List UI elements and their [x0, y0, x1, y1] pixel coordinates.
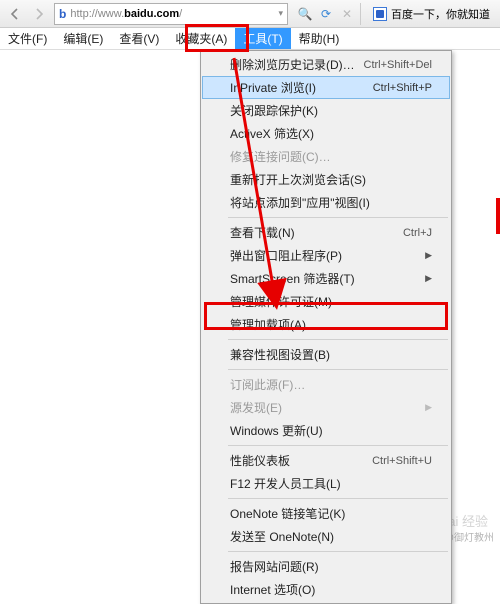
menu-smartscreen[interactable]: SmartScreen 筛选器(T) ▶	[202, 267, 450, 290]
separator	[228, 369, 448, 370]
tab-favicon-icon	[373, 7, 387, 21]
separator	[228, 498, 448, 499]
menu-tracking-protection[interactable]: 关闭跟踪保护(K)	[202, 99, 450, 122]
search-icon[interactable]: 🔍	[296, 5, 314, 23]
menu-popup-blocker-label: 弹出窗口阻止程序(P)	[230, 247, 342, 264]
menu-internet-options[interactable]: Internet 选项(O)	[202, 578, 450, 601]
menu-feed-discovery-label: 源发现(E)	[230, 399, 282, 416]
menu-f12-tools[interactable]: F12 开发人员工具(L)	[202, 472, 450, 495]
menu-perf-dashboard[interactable]: 性能仪表板 Ctrl+Shift+U	[202, 449, 450, 472]
menu-manage-addons[interactable]: 管理加载项(A)	[202, 313, 450, 336]
menu-view-downloads-label: 查看下载(N)	[230, 224, 295, 241]
menu-view-downloads[interactable]: 查看下载(N) Ctrl+J	[202, 221, 450, 244]
dropdown-arrow-icon[interactable]: ▾	[278, 8, 283, 19]
menu-edit[interactable]: 编辑(E)	[55, 28, 111, 49]
menu-favorites[interactable]: 收藏夹(A)	[167, 28, 235, 49]
menu-help[interactable]: 帮助(H)	[291, 28, 348, 49]
menu-delete-history-shortcut: Ctrl+Shift+Del	[364, 59, 432, 71]
submenu-arrow-icon: ▶	[425, 250, 432, 261]
submenu-arrow-icon: ▶	[425, 273, 432, 284]
menu-media-licenses[interactable]: 管理媒体许可证(M)	[202, 290, 450, 313]
menu-tools[interactable]: 工具(T)	[235, 28, 290, 49]
tab-baidu[interactable]: 百度一下，你就知道	[367, 6, 496, 22]
refresh-icon[interactable]: ⟳	[317, 5, 335, 23]
menu-fix-connection: 修复连接问题(C)…	[202, 145, 450, 168]
back-button[interactable]	[4, 3, 26, 25]
menu-reopen-last[interactable]: 重新打开上次浏览会话(S)	[202, 168, 450, 191]
favicon-baidu: b	[59, 7, 66, 21]
menu-subscribe-feed: 订阅此源(F)…	[202, 373, 450, 396]
tab-title: 百度一下，你就知道	[391, 6, 490, 22]
menu-onenote-linked[interactable]: OneNote 链接笔记(K)	[202, 502, 450, 525]
url-text: http://www.baidu.com/	[70, 8, 274, 20]
menu-view[interactable]: 查看(V)	[111, 28, 167, 49]
submenu-arrow-icon: ▶	[425, 402, 432, 413]
nav-arrows	[4, 3, 50, 25]
menu-send-to-onenote[interactable]: 发送至 OneNote(N)	[202, 525, 450, 548]
separator	[228, 445, 448, 446]
menu-perf-dashboard-shortcut: Ctrl+Shift+U	[372, 455, 432, 467]
url-http: http://www.	[70, 8, 124, 20]
tools-dropdown: 删除浏览历史记录(D)… Ctrl+Shift+Del InPrivate 浏览…	[200, 50, 452, 604]
menu-add-to-apps[interactable]: 将站点添加到"应用"视图(I)	[202, 191, 450, 214]
nav-icon-group: 🔍 ⟳ ✕	[292, 5, 356, 23]
url-domain: baidu.com	[124, 8, 179, 20]
menu-file[interactable]: 文件(F)	[0, 28, 55, 49]
menu-view-downloads-shortcut: Ctrl+J	[403, 227, 432, 239]
menu-smartscreen-label: SmartScreen 筛选器(T)	[230, 270, 355, 287]
menu-activex-filter[interactable]: ActiveX 筛选(X)	[202, 122, 450, 145]
menu-inprivate[interactable]: InPrivate 浏览(I) Ctrl+Shift+P	[202, 76, 450, 99]
menu-delete-history[interactable]: 删除浏览历史记录(D)… Ctrl+Shift+Del	[202, 53, 450, 76]
menu-bar: 文件(F) 编辑(E) 查看(V) 收藏夹(A) 工具(T) 帮助(H)	[0, 28, 500, 50]
menu-perf-dashboard-label: 性能仪表板	[230, 452, 290, 469]
separator	[228, 551, 448, 552]
menu-inprivate-label: InPrivate 浏览(I)	[230, 79, 316, 96]
menu-inprivate-shortcut: Ctrl+Shift+P	[373, 82, 432, 94]
url-rest: /	[179, 8, 182, 20]
stop-icon[interactable]: ✕	[338, 5, 356, 23]
separator	[228, 339, 448, 340]
tab-strip: 百度一下，你就知道	[360, 3, 496, 25]
separator	[228, 217, 448, 218]
menu-windows-update[interactable]: Windows 更新(U)	[202, 419, 450, 442]
menu-compat-view[interactable]: 兼容性视图设置(B)	[202, 343, 450, 366]
nav-toolbar: b http://www.baidu.com/ ▾ 🔍 ⟳ ✕ 百度一下，你就知…	[0, 0, 500, 28]
menu-feed-discovery: 源发现(E) ▶	[202, 396, 450, 419]
menu-report-problems[interactable]: 报告网站问题(R)	[202, 555, 450, 578]
forward-button[interactable]	[28, 3, 50, 25]
menu-popup-blocker[interactable]: 弹出窗口阻止程序(P) ▶	[202, 244, 450, 267]
address-bar[interactable]: b http://www.baidu.com/ ▾	[54, 3, 288, 25]
right-edge-decoration	[496, 198, 500, 234]
menu-delete-history-label: 删除浏览历史记录(D)…	[230, 56, 355, 73]
